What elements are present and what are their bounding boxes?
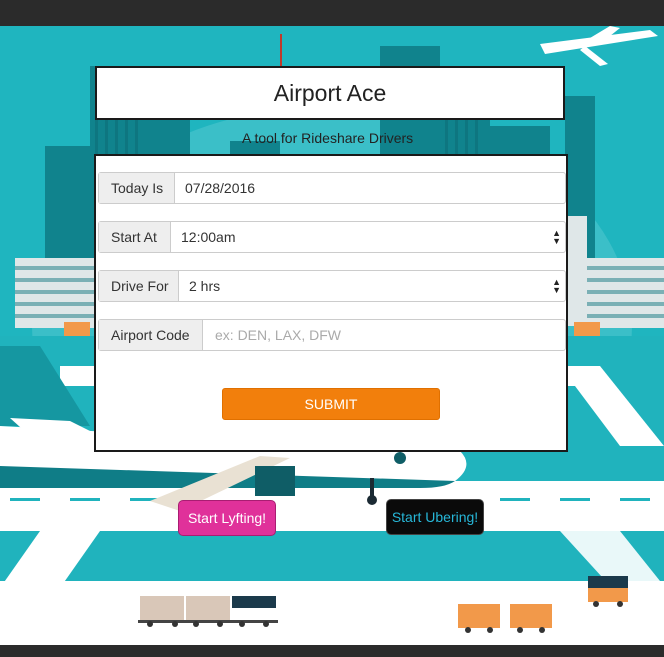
- drive-row: Drive For 2 hrs ▲ ▼: [98, 270, 566, 302]
- today-row: Today Is 07/28/2016: [98, 172, 566, 204]
- drive-label: Drive For: [99, 271, 179, 301]
- airport-code-input[interactable]: [213, 326, 555, 344]
- submit-button[interactable]: SUBMIT: [222, 388, 440, 420]
- today-value: 07/28/2016: [185, 180, 256, 196]
- today-label: Today Is: [99, 173, 175, 203]
- start-value: 12:00am: [181, 229, 236, 245]
- app-subtitle: A tool for Rideshare Drivers: [242, 130, 414, 146]
- trip-form: Today Is 07/28/2016 Start At 12:00am ▲ ▼ …: [94, 154, 568, 452]
- start-lyfting-button[interactable]: Start Lyfting!: [178, 500, 276, 536]
- airport-row: Airport Code: [98, 319, 566, 351]
- start-row: Start At 12:00am ▲ ▼: [98, 221, 566, 253]
- airport-field: [203, 320, 565, 350]
- drive-select[interactable]: 2 hrs ▲ ▼: [179, 271, 565, 301]
- start-select[interactable]: 12:00am ▲ ▼: [171, 222, 565, 252]
- start-ubering-button[interactable]: Start Ubering!: [386, 499, 484, 535]
- window-top-bar: [0, 0, 664, 26]
- select-arrows-icon: ▲ ▼: [552, 277, 561, 295]
- start-label: Start At: [99, 222, 171, 252]
- window-bottom-bar: [0, 645, 664, 657]
- app-title: Airport Ace: [273, 79, 387, 106]
- today-field[interactable]: 07/28/2016: [175, 173, 565, 203]
- app-title-panel: Airport Ace: [95, 66, 565, 120]
- drive-value: 2 hrs: [189, 278, 221, 294]
- select-arrows-icon: ▲ ▼: [552, 228, 561, 246]
- airport-label: Airport Code: [99, 320, 203, 350]
